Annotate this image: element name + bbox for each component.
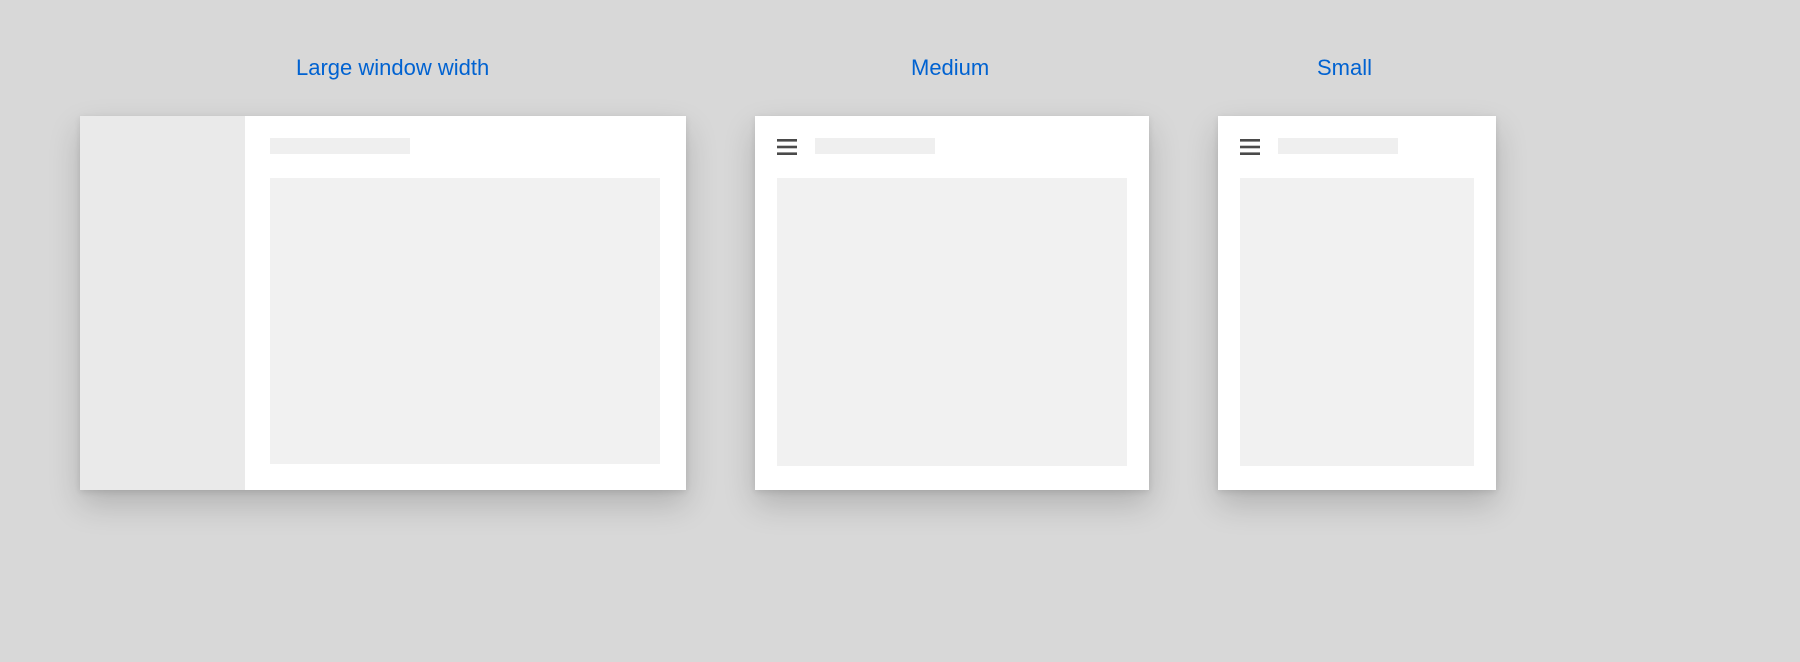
- panel-medium: [755, 116, 1149, 490]
- content-placeholder: [270, 178, 660, 464]
- content-placeholder: [777, 178, 1127, 466]
- label-large: Large window width: [296, 55, 489, 81]
- title-placeholder: [270, 138, 410, 154]
- menu-icon: [777, 139, 797, 155]
- label-small: Small: [1317, 55, 1372, 81]
- content-placeholder: [1240, 178, 1474, 466]
- panel-large: [80, 116, 686, 490]
- title-placeholder: [815, 138, 935, 154]
- panel-small: [1218, 116, 1496, 490]
- diagram-stage: Large window width Medium Small: [0, 0, 1800, 662]
- nav-sidebar: [80, 116, 245, 490]
- title-placeholder: [1278, 138, 1398, 154]
- menu-icon: [1240, 139, 1260, 155]
- label-medium: Medium: [911, 55, 989, 81]
